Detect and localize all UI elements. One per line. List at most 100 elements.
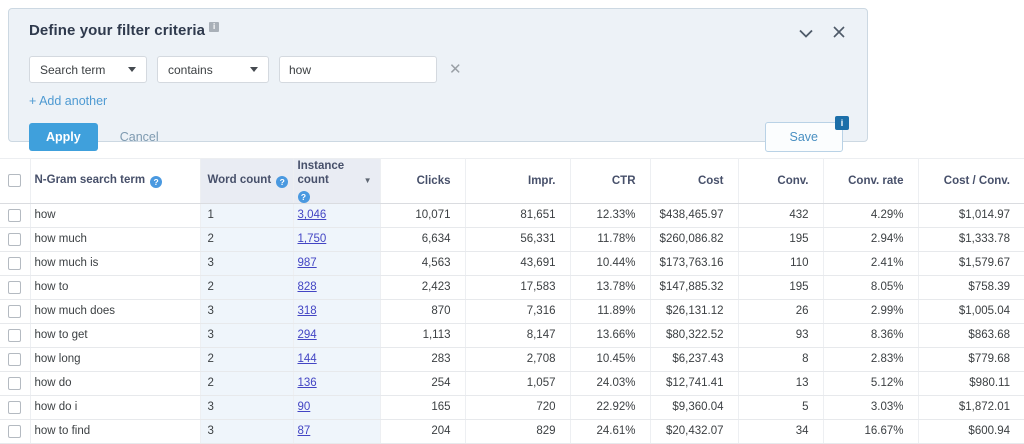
instance-count-cell: 828: [293, 275, 380, 299]
column-header-word-count[interactable]: Word count?: [200, 159, 293, 204]
instance-count-link[interactable]: 1,750: [298, 233, 327, 245]
instance-count-link[interactable]: 318: [298, 305, 317, 317]
row-checkbox[interactable]: [8, 305, 21, 318]
row-checkbox[interactable]: [8, 353, 21, 366]
conv: 432: [738, 203, 823, 227]
add-another-link[interactable]: + Add another: [29, 94, 107, 108]
cost-per-conv: $1,014.97: [918, 203, 1024, 227]
row-checkbox[interactable]: [8, 377, 21, 390]
conv-rate: 2.94%: [823, 227, 918, 251]
cost: $20,432.07: [650, 419, 738, 443]
table-row: how much does33188707,31611.89%$26,131.1…: [0, 299, 1024, 323]
column-header-ctr[interactable]: CTR: [570, 159, 650, 204]
impr: 720: [465, 395, 570, 419]
table-row: how13,04610,07181,65112.33%$438,465.9743…: [0, 203, 1024, 227]
row-checkbox[interactable]: [8, 425, 21, 438]
impr: 56,331: [465, 227, 570, 251]
column-header-cost[interactable]: Cost: [650, 159, 738, 204]
panel-title: Define your filter criteria: [29, 22, 205, 39]
impr: 43,691: [465, 251, 570, 275]
cancel-link[interactable]: Cancel: [120, 130, 159, 144]
cost-per-conv: $863.68: [918, 323, 1024, 347]
table-row: how do i39016572022.92%$9,360.0453.03%$1…: [0, 395, 1024, 419]
instance-count-link[interactable]: 90: [298, 401, 311, 413]
column-header-conv-rate[interactable]: Conv. rate: [823, 159, 918, 204]
instance-count-link[interactable]: 828: [298, 281, 317, 293]
clicks: 204: [380, 419, 465, 443]
impr: 8,147: [465, 323, 570, 347]
instance-count-cell: 144: [293, 347, 380, 371]
cost-per-conv: $1,579.67: [918, 251, 1024, 275]
table-row: how do21362541,05724.03%$12,741.41135.12…: [0, 371, 1024, 395]
column-header-conv[interactable]: Conv.: [738, 159, 823, 204]
impr: 17,583: [465, 275, 570, 299]
instance-count-link[interactable]: 136: [298, 377, 317, 389]
save-button-label: Save: [790, 130, 819, 144]
table-body: how13,04610,07181,65112.33%$438,465.9743…: [0, 203, 1024, 443]
conv-rate: 5.12%: [823, 371, 918, 395]
word-count: 3: [200, 251, 293, 275]
close-panel-button[interactable]: [833, 25, 845, 43]
instance-count-link[interactable]: 144: [298, 353, 317, 365]
ctr: 24.03%: [570, 371, 650, 395]
help-icon[interactable]: ?: [150, 176, 162, 188]
help-icon[interactable]: ?: [298, 191, 310, 203]
instance-count-link[interactable]: 3,046: [298, 209, 327, 221]
apply-button[interactable]: Apply: [29, 123, 98, 151]
filter-operator-select[interactable]: contains: [157, 56, 269, 83]
impr: 81,651: [465, 203, 570, 227]
column-header-impr[interactable]: Impr.: [465, 159, 570, 204]
ngram-term: how to find: [30, 419, 200, 443]
cost: $9,360.04: [650, 395, 738, 419]
ngram-term: how: [30, 203, 200, 227]
word-count: 3: [200, 323, 293, 347]
conv-rate: 2.99%: [823, 299, 918, 323]
row-checkbox[interactable]: [8, 209, 21, 222]
row-checkbox[interactable]: [8, 257, 21, 270]
conv: 195: [738, 275, 823, 299]
save-button[interactable]: Save i: [765, 122, 844, 152]
cost: $80,322.52: [650, 323, 738, 347]
ctr: 13.78%: [570, 275, 650, 299]
ngram-term: how do: [30, 371, 200, 395]
filter-value-input[interactable]: [279, 56, 437, 83]
row-checkbox[interactable]: [8, 329, 21, 342]
row-checkbox[interactable]: [8, 281, 21, 294]
row-checkbox[interactable]: [8, 233, 21, 246]
conv-rate: 8.05%: [823, 275, 918, 299]
filter-operator-value: contains: [168, 63, 213, 77]
column-header-clicks[interactable]: Clicks: [380, 159, 465, 204]
row-checkbox[interactable]: [8, 401, 21, 414]
help-icon[interactable]: ?: [276, 176, 288, 188]
conv-rate: 2.83%: [823, 347, 918, 371]
sort-desc-icon[interactable]: ▼: [364, 176, 372, 185]
column-header-cost-per-conv[interactable]: Cost / Conv.: [918, 159, 1024, 204]
conv: 5: [738, 395, 823, 419]
conv-rate: 8.36%: [823, 323, 918, 347]
clicks: 870: [380, 299, 465, 323]
word-count: 3: [200, 419, 293, 443]
instance-count-cell: 90: [293, 395, 380, 419]
select-all-checkbox[interactable]: [8, 174, 21, 187]
clicks: 165: [380, 395, 465, 419]
cost-per-conv: $1,333.78: [918, 227, 1024, 251]
cost: $438,465.97: [650, 203, 738, 227]
clear-filter-icon[interactable]: ✕: [449, 62, 462, 77]
word-count: 1: [200, 203, 293, 227]
ngram-term: how long: [30, 347, 200, 371]
clicks: 254: [380, 371, 465, 395]
cost-per-conv: $779.68: [918, 347, 1024, 371]
table-row: how to28282,42317,58313.78%$147,885.3219…: [0, 275, 1024, 299]
ngram-term: how do i: [30, 395, 200, 419]
collapse-panel-button[interactable]: [799, 25, 813, 43]
column-header-instance-count[interactable]: Instance count ? ▼: [293, 159, 380, 204]
instance-count-link[interactable]: 294: [298, 329, 317, 341]
instance-count-link[interactable]: 987: [298, 257, 317, 269]
filter-field-select[interactable]: Search term: [29, 56, 147, 83]
chevron-down-icon: [128, 67, 136, 72]
clicks: 6,634: [380, 227, 465, 251]
column-header-term[interactable]: N-Gram search term?: [30, 159, 200, 204]
ngram-term: how much is: [30, 251, 200, 275]
clicks: 1,113: [380, 323, 465, 347]
instance-count-link[interactable]: 87: [298, 425, 311, 437]
